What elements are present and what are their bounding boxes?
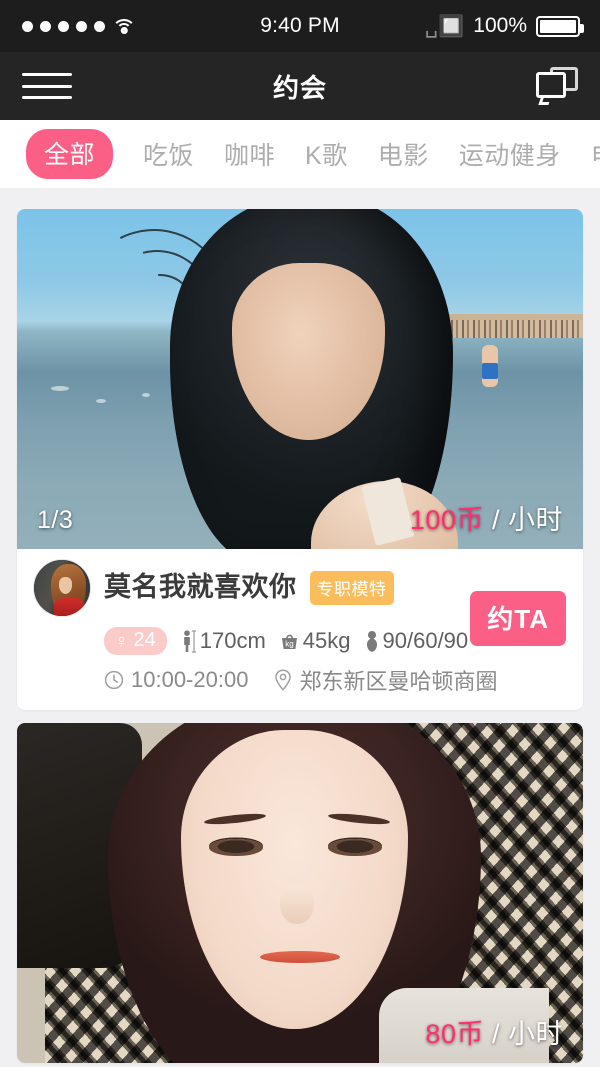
category-tab-bar[interactable]: 全部 吃饭 咖啡 K歌 电影 运动健身 电 [0,120,600,188]
available-time: 10:00-20:00 [104,667,248,693]
measurements-icon [365,630,379,653]
height-stat: 170cm [181,628,266,654]
job-badge: 专职模特 [309,571,394,605]
tab-movie[interactable]: 电影 [378,136,429,172]
date-listing-feed: 1/3 100币 / 小时 莫名我就喜欢你 专职模特 约TA ♀ 24 170c… [0,188,600,1063]
measurements-value: 90/60/90 [382,628,469,653]
tab-coffee[interactable]: 咖啡 [224,136,275,172]
height-value: 170cm [199,628,266,653]
listing-meta-row: 10:00-20:00 郑东新区曼哈顿商圈 [104,664,567,696]
page-title: 约会 [272,72,327,103]
price-unit: / 小时 [491,505,563,535]
price-unit: / 小时 [491,1019,563,1049]
user-name: 莫名我就喜欢你 [104,572,297,603]
beach-portrait-photo[interactable]: 1/3 100币 / 小时 [17,209,583,549]
weight-value: 45kg [302,628,351,653]
weight-stat: kg 45kg [280,628,351,654]
price-overlay: 100币 / 小时 [410,498,563,537]
book-button[interactable]: 约TA [470,591,566,646]
price-overlay: 80币 / 小时 [425,1012,563,1051]
nav-bar: 约会 [0,52,600,120]
app-screen: 9:40 PM ␣🔲 100% 约会 全部 吃饭 咖啡 K歌 电影 运动健身 电 [0,0,600,1067]
listing-info: 莫名我就喜欢你 专职模特 约TA ♀ 24 170cm kg 45kg 90/6… [17,549,583,710]
time-range-value: 10:00-20:00 [131,667,249,692]
female-icon: ♀ [115,630,129,651]
weight-icon: kg [280,632,299,651]
clock-icon [104,670,124,690]
age-badge: ♀ 24 [104,627,167,655]
chat-bubbles-icon[interactable] [536,67,578,105]
status-bar-time: 9:40 PM [260,14,340,37]
tab-more[interactable]: 电 [591,136,600,172]
battery-full-icon [536,15,584,37]
photo-counter: 1/3 [37,506,74,534]
user-avatar[interactable] [33,559,91,617]
status-bar: 9:40 PM ␣🔲 100% [0,0,600,52]
tab-fitness[interactable]: 运动健身 [459,136,561,172]
car-selfie-photo[interactable]: 80币 / 小时 [17,723,583,1063]
listing-card[interactable]: 80币 / 小时 [17,723,583,1063]
location-pin-icon [274,669,292,691]
tab-dining[interactable]: 吃饭 [143,136,194,172]
price-amount: 80币 [425,1019,484,1049]
tab-all[interactable]: 全部 [26,129,114,179]
location: 郑东新区曼哈顿商圈 [274,664,497,696]
svg-text:kg: kg [285,639,293,648]
tab-karaoke[interactable]: K歌 [305,136,348,172]
hamburger-menu-icon[interactable] [22,69,72,103]
price-amount: 100币 [409,505,484,535]
measurements-stat: 90/60/90 [365,628,469,654]
listing-card[interactable]: 1/3 100币 / 小时 莫名我就喜欢你 专职模特 约TA ♀ 24 170c… [17,209,583,710]
age-value: 24 [133,629,156,651]
height-icon [181,629,196,653]
location-value: 郑东新区曼哈顿商圈 [299,669,498,694]
